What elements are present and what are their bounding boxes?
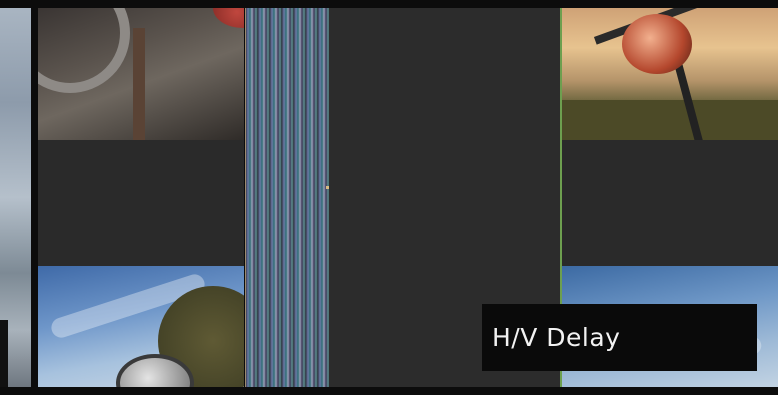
motorcycle-photo-top-left [38,8,244,140]
mirror-shape [38,8,130,93]
sky-photo-bottom-left [38,266,244,387]
left-video-panel [0,8,31,387]
headlamp-shape [622,14,692,74]
black-panel-right [562,140,778,266]
lamp-shape [213,8,244,28]
hv-delay-label: H/V Delay [492,323,621,352]
motorcycle-photo-top-right [562,8,778,140]
waveform-strip [245,8,331,387]
black-panel-left [38,140,244,266]
grass-field-shape [562,100,778,140]
left-dark-tab [0,320,8,387]
handlebar-shape [133,28,145,140]
hv-delay-label-box: H/V Delay [482,304,757,371]
